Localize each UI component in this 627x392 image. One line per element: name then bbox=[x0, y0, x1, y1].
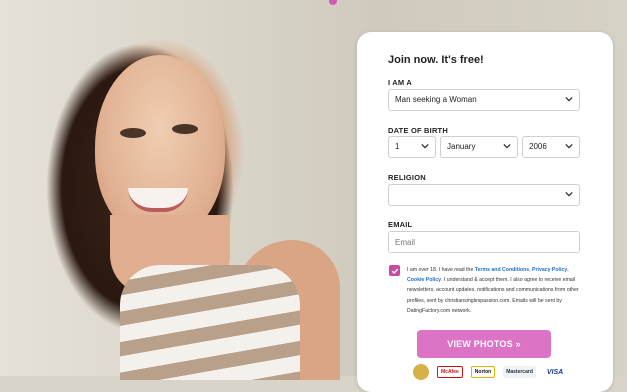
dob-label: DATE OF BIRTH bbox=[388, 126, 448, 135]
chevron-down-icon bbox=[565, 143, 573, 149]
chevron-down-icon bbox=[565, 191, 573, 197]
badge-seal-icon bbox=[413, 364, 429, 380]
form-heading: Join now. It's free! bbox=[388, 54, 484, 66]
terms-checkbox[interactable] bbox=[389, 265, 400, 276]
dob-month-value: January bbox=[447, 142, 476, 151]
chevron-down-icon bbox=[421, 143, 429, 149]
dob-year-select[interactable]: 2006 bbox=[522, 136, 580, 158]
religion-label: RELIGION bbox=[388, 173, 426, 182]
hero-photo-top bbox=[120, 265, 300, 380]
terms-link[interactable]: Terms and Conditions bbox=[475, 267, 529, 273]
hero-photo-eye-right bbox=[172, 124, 198, 134]
dob-year-value: 2006 bbox=[529, 142, 547, 151]
i-am-label: I AM A bbox=[388, 78, 412, 87]
mastercard-logo: Mastercard bbox=[503, 366, 536, 378]
terms-text: I am over 18. I have read the Terms and … bbox=[407, 265, 579, 316]
email-label: EMAIL bbox=[388, 220, 413, 229]
i-am-select-value: Man seeking a Woman bbox=[395, 95, 477, 104]
dob-day-select[interactable]: 1 bbox=[388, 136, 436, 158]
hero-photo-face bbox=[95, 55, 225, 240]
privacy-policy-link[interactable]: Privacy Policy bbox=[532, 267, 567, 273]
religion-select[interactable] bbox=[388, 184, 580, 206]
chevron-down-icon bbox=[565, 96, 573, 102]
visa-logo: VISA bbox=[543, 366, 567, 378]
cookie-policy-link[interactable]: Cookie Policy bbox=[407, 277, 441, 283]
check-icon bbox=[391, 268, 398, 274]
email-field[interactable] bbox=[388, 231, 580, 253]
terms-separator: , bbox=[567, 267, 569, 273]
mcafee-logo: McAfee bbox=[437, 366, 463, 378]
dob-day-value: 1 bbox=[395, 142, 400, 151]
i-am-select[interactable]: Man seeking a Woman bbox=[388, 89, 580, 111]
hero-photo-eye-left bbox=[120, 128, 146, 138]
dob-month-select[interactable]: January bbox=[440, 136, 518, 158]
trust-logos: McAfee Norton Mastercard VISA bbox=[413, 364, 567, 380]
norton-logo: Norton bbox=[470, 366, 496, 378]
terms-prefix: I am over 18. I have read the bbox=[407, 267, 475, 273]
view-photos-button[interactable]: VIEW PHOTOS » bbox=[417, 330, 551, 358]
chevron-down-icon bbox=[503, 143, 511, 149]
